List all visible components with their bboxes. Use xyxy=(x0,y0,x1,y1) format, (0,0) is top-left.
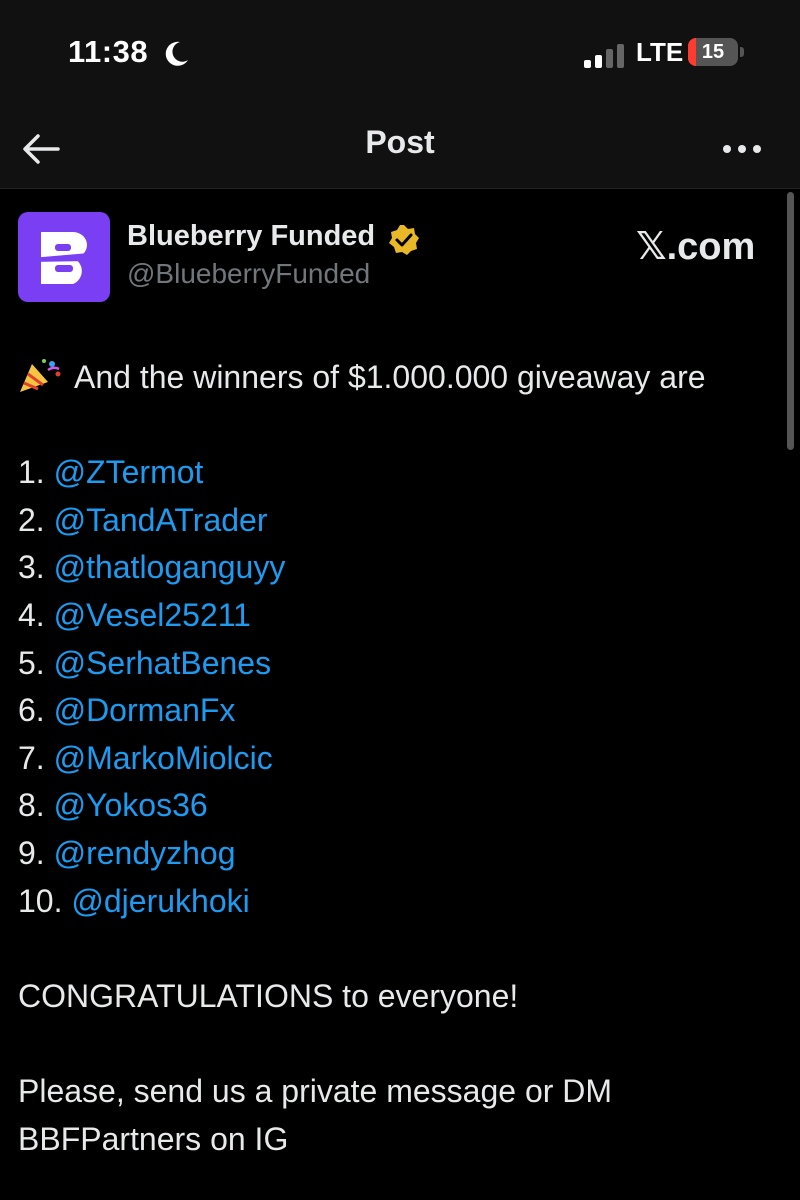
more-icon[interactable] xyxy=(718,134,766,164)
network-label: LTE xyxy=(636,37,684,67)
status-time: 11:38 xyxy=(68,34,149,69)
battery-level: 15 xyxy=(701,41,725,63)
winner-mention-link[interactable]: @Vesel25211 xyxy=(54,597,251,633)
moon-icon xyxy=(165,41,188,66)
winner-item: 2. @TandATrader xyxy=(18,497,788,545)
winner-number: 5. xyxy=(18,644,45,681)
winner-number: 2. xyxy=(18,501,45,538)
winner-item: 8. @Yokos36 xyxy=(18,782,788,830)
winner-number: 9. xyxy=(18,834,45,871)
winner-item: 6. @DormanFx xyxy=(18,687,788,735)
winner-number: 10. xyxy=(18,882,63,919)
winner-item: 4. @Vesel25211 xyxy=(18,592,788,640)
winner-mention-link[interactable]: @MarkoMiolcic xyxy=(54,740,273,776)
winner-mention-link[interactable]: @rendyzhog xyxy=(54,835,236,871)
post-intro-line: And the winners of $1.000.000 giveaway a… xyxy=(18,354,788,402)
winner-item: 3. @thatloganguyy xyxy=(18,544,788,592)
page-title: Post xyxy=(365,124,435,160)
winner-item: 5. @SerhatBenes xyxy=(18,640,788,688)
blueberry-logo-icon xyxy=(31,232,89,284)
winner-item: 9. @rendyzhog xyxy=(18,830,788,878)
winner-number: 1. xyxy=(18,454,45,491)
verified-badge-icon xyxy=(389,225,419,255)
battery-icon: 15 xyxy=(688,38,746,68)
winner-item: 1. @ZTermot xyxy=(18,449,788,497)
winner-number: 6. xyxy=(18,692,45,729)
signal-icon xyxy=(584,44,624,68)
winner-number: 7. xyxy=(18,739,45,776)
post-intro-text: And the winners of $1.000.000 giveaway a… xyxy=(74,359,706,395)
winner-mention-link[interactable]: @thatloganguyy xyxy=(54,549,286,585)
winner-number: 3. xyxy=(18,549,45,586)
winner-mention-link[interactable]: @TandATrader xyxy=(54,502,268,538)
winner-mention-link[interactable]: @DormanFx xyxy=(54,692,236,728)
winner-mention-link[interactable]: @Yokos36 xyxy=(54,787,208,823)
author-handle[interactable]: @BlueberryFunded xyxy=(127,258,370,290)
winner-number: 8. xyxy=(18,787,45,824)
winner-mention-link[interactable]: @ZTermot xyxy=(54,454,204,490)
closing-line-2: BBFPartners on IG xyxy=(18,1120,289,1157)
winner-item: 7. @MarkoMiolcic xyxy=(18,735,788,783)
status-bar: 11:38 LTE 15 xyxy=(0,0,800,108)
scrollbar[interactable] xyxy=(787,192,794,450)
winner-item: 10. @djerukhoki xyxy=(18,878,788,926)
closing-line-1: Please, send us a private message or DM xyxy=(18,1072,613,1109)
winner-number: 4. xyxy=(18,596,45,633)
party-popper-icon xyxy=(20,359,61,392)
nav-bar: Post xyxy=(0,108,800,189)
post-text: And the winners of $1.000.000 giveaway a… xyxy=(18,354,788,1163)
author-display-name[interactable]: Blueberry Funded xyxy=(127,220,375,253)
winners-list: 1. @ZTermot 2. @TandATrader 3. @thatlogang… xyxy=(18,449,788,925)
winner-mention-link[interactable]: @djerukhoki xyxy=(71,883,249,919)
avatar[interactable] xyxy=(18,212,110,302)
congrats-line: CONGRATULATIONS to everyone! xyxy=(18,977,519,1014)
winner-mention-link[interactable]: @SerhatBenes xyxy=(54,645,272,681)
x-com-watermark: 𝕏.com xyxy=(636,226,756,268)
